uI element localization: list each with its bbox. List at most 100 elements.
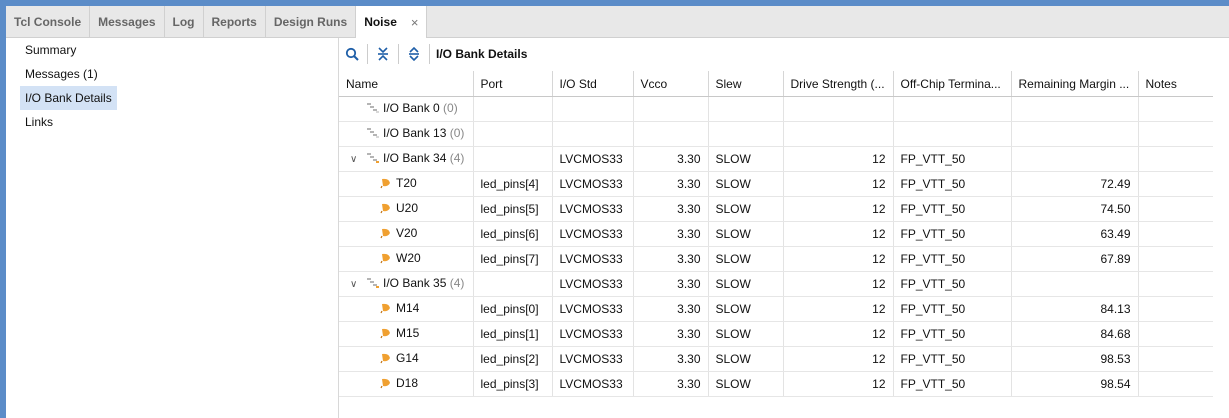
cell-termination: FP_VTT_50 [893, 221, 1012, 247]
cell-notes [1138, 221, 1214, 247]
column-header-port[interactable]: Port [473, 71, 553, 97]
cell-notes [1138, 371, 1214, 397]
table-row[interactable]: G14 led_pins[2] LVCMOS33 3.30 SLOW 12 FP_VTT_5… [339, 346, 1214, 372]
cell-vcco: 3.30 [633, 146, 709, 172]
cell-vcco: 3.30 [633, 346, 709, 372]
column-header-off-chip-termination[interactable]: Off-Chip Termina... [893, 71, 1012, 97]
tab-design-runs[interactable]: Design Runs [266, 6, 357, 37]
sidebar-item-io-bank-details[interactable]: I/O Bank Details [20, 86, 117, 110]
column-header-slew[interactable]: Slew [708, 71, 784, 97]
tab-label: Log [172, 14, 195, 29]
table-row[interactable]: W20 led_pins[7] LVCMOS33 3.30 SLOW 12 FP_VTT_5… [339, 246, 1214, 272]
table-header-row: Name Port I/O Std Vcco Slew Drive Streng… [339, 71, 1214, 97]
expand-chevron-icon[interactable]: ∨ [350, 279, 362, 290]
cell-slew: SLOW [708, 271, 784, 297]
cell-io-std [552, 121, 634, 147]
pin-name: W20 [396, 251, 421, 266]
column-header-notes[interactable]: Notes [1138, 71, 1214, 97]
tab-label: Messages [98, 14, 156, 29]
cell-io-std: LVCMOS33 [552, 271, 634, 297]
package-pin-icon [380, 177, 392, 192]
bank-name: I/O Bank 13 [383, 126, 447, 141]
column-header-name[interactable]: Name [339, 71, 474, 97]
cell-io-std: LVCMOS33 [552, 146, 634, 172]
io-bank-table: Name Port I/O Std Vcco Slew Drive Streng… [339, 71, 1214, 418]
pin-name: M15 [396, 326, 420, 341]
cell-remaining-margin: 98.54 [1011, 371, 1139, 397]
cell-vcco: 3.30 [633, 221, 709, 247]
cell-slew: SLOW [708, 246, 784, 272]
toolbar-separator [429, 44, 430, 64]
table-row[interactable]: U20 led_pins[5] LVCMOS33 3.30 SLOW 12 FP_VTT_5… [339, 196, 1214, 222]
package-pin-icon [380, 202, 392, 217]
cell-port [473, 121, 553, 147]
sidebar-item-links[interactable]: Links [20, 110, 58, 134]
table-row[interactable]: I/O Bank 0 (0) [339, 96, 1214, 122]
column-header-vcco[interactable]: Vcco [633, 71, 709, 97]
column-header-io-std[interactable]: I/O Std [552, 71, 634, 97]
column-header-drive-strength[interactable]: Drive Strength (... [783, 71, 894, 97]
cell-drive-strength [783, 96, 894, 122]
pin-name: M14 [396, 301, 420, 316]
io-bank-icon [366, 102, 380, 117]
cell-name: ∨ I/O Bank 35 (4) [339, 271, 474, 297]
collapse-all-icon[interactable] [370, 38, 396, 70]
cell-port: led_pins[4] [473, 171, 553, 197]
cell-notes [1138, 196, 1214, 222]
cell-notes [1138, 296, 1214, 322]
tab-messages[interactable]: Messages [90, 6, 165, 37]
report-sidebar: Summary Messages (1) I/O Bank Details Li… [6, 38, 339, 418]
expand-chevron-icon[interactable]: ∨ [350, 154, 362, 165]
cell-port [473, 96, 553, 122]
cell-port: led_pins[1] [473, 321, 553, 347]
cell-io-std: LVCMOS33 [552, 296, 634, 322]
cell-remaining-margin: 74.50 [1011, 196, 1139, 222]
bank-name: I/O Bank 35 [383, 276, 447, 291]
tab-label: Tcl Console [14, 14, 82, 29]
cell-name: G14 [339, 346, 474, 372]
expand-all-icon[interactable] [401, 38, 427, 70]
tab-label: Noise [364, 15, 397, 29]
table-row[interactable]: ∨ I/O Bank 34 (4) LVCMOS33 3.30 SLOW 12 FP_VTT… [339, 146, 1214, 172]
cell-slew: SLOW [708, 321, 784, 347]
cell-termination: FP_VTT_50 [893, 146, 1012, 172]
tab-log[interactable]: Log [165, 6, 204, 37]
cell-termination: FP_VTT_50 [893, 246, 1012, 272]
cell-slew: SLOW [708, 221, 784, 247]
tab-reports[interactable]: Reports [204, 6, 266, 37]
cell-io-std: LVCMOS33 [552, 171, 634, 197]
table-row[interactable]: M14 led_pins[0] LVCMOS33 3.30 SLOW 12 FP_VTT_5… [339, 296, 1214, 322]
cell-drive-strength: 12 [783, 196, 894, 222]
bank-pin-count: (4) [449, 151, 465, 166]
cell-slew [708, 121, 784, 147]
cell-name: T20 [339, 171, 474, 197]
cell-slew: SLOW [708, 146, 784, 172]
cell-notes [1138, 171, 1214, 197]
cell-name: U20 [339, 196, 474, 222]
table-row[interactable]: V20 led_pins[6] LVCMOS33 3.30 SLOW 12 FP_VTT_5… [339, 221, 1214, 247]
table-row[interactable]: I/O Bank 13 (0) [339, 121, 1214, 147]
tab-noise[interactable]: Noise × [356, 6, 428, 38]
cell-name: M15 [339, 321, 474, 347]
close-icon[interactable]: × [411, 15, 419, 30]
cell-termination: FP_VTT_50 [893, 321, 1012, 347]
search-icon[interactable] [339, 38, 365, 70]
table-row[interactable]: M15 led_pins[1] LVCMOS33 3.30 SLOW 12 FP_VTT_5… [339, 321, 1214, 347]
cell-termination [893, 121, 1012, 147]
cell-name: I/O Bank 13 (0) [339, 121, 474, 147]
cell-port: led_pins[6] [473, 221, 553, 247]
table-row[interactable]: T20 led_pins[4] LVCMOS33 3.30 SLOW 12 FP_VTT_5… [339, 171, 1214, 197]
table-row[interactable]: ∨ I/O Bank 35 (4) LVCMOS33 3.30 SLOW 12 FP_VTT… [339, 271, 1214, 297]
column-header-remaining-margin[interactable]: Remaining Margin ... [1011, 71, 1139, 97]
package-pin-icon [380, 252, 392, 267]
cell-drive-strength: 12 [783, 146, 894, 172]
tab-tcl-console[interactable]: Tcl Console [6, 6, 91, 37]
cell-termination: FP_VTT_50 [893, 296, 1012, 322]
cell-port: led_pins[2] [473, 346, 553, 372]
sidebar-item-summary[interactable]: Summary [20, 38, 81, 62]
sidebar-item-messages[interactable]: Messages (1) [20, 62, 103, 86]
vertical-scrollbar[interactable] [1213, 71, 1229, 418]
table-row[interactable]: D18 led_pins[3] LVCMOS33 3.30 SLOW 12 FP_VTT_5… [339, 371, 1214, 397]
cell-vcco: 3.30 [633, 271, 709, 297]
cell-slew: SLOW [708, 371, 784, 397]
